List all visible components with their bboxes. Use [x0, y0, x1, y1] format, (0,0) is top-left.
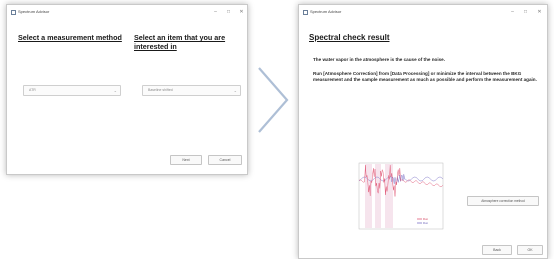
- cancel-button[interactable]: Cancel: [208, 155, 242, 165]
- minimize-icon[interactable]: –: [508, 8, 517, 17]
- item-dropdown-value: Baseline shifted: [148, 88, 173, 92]
- title-bar: Spectrum Advisor – □ ✕: [299, 5, 547, 21]
- plot-frame: [358, 162, 444, 230]
- chevron-right-icon: [258, 67, 289, 133]
- spectral-result-dialog: Spectrum Advisor – □ ✕ Spectral check re…: [298, 4, 548, 259]
- method-heading: Select a measurement method: [18, 33, 122, 42]
- atmosphere-correction-button[interactable]: Atmosphere correction method: [467, 196, 539, 206]
- chevron-down-icon: ⌄: [113, 88, 117, 93]
- method-dropdown[interactable]: ATR ⌄: [23, 85, 121, 96]
- back-button[interactable]: Back: [482, 245, 512, 255]
- minimize-icon[interactable]: –: [211, 8, 220, 17]
- spectrum-plot: Run Run: [355, 157, 447, 235]
- maximize-icon[interactable]: □: [224, 8, 233, 17]
- window-title: Spectrum Advisor: [310, 9, 342, 14]
- legend-label-1: Run: [423, 221, 429, 225]
- advice-text: Run [Atmosphere Correction] from [Data P…: [313, 71, 537, 83]
- app-icon: [303, 10, 308, 15]
- cause-text: The water vapor in the atmosphere is the…: [313, 57, 445, 62]
- method-dropdown-value: ATR: [29, 88, 36, 92]
- result-heading: Spectral check result: [309, 33, 390, 42]
- maximize-icon[interactable]: □: [521, 8, 530, 17]
- next-button[interactable]: Next: [170, 155, 202, 165]
- item-heading: Select an item that you are interested i…: [134, 33, 226, 51]
- noise-region-1: [375, 164, 381, 228]
- close-icon[interactable]: ✕: [237, 8, 246, 17]
- ok-button[interactable]: OK: [517, 245, 543, 255]
- app-icon: [11, 10, 16, 15]
- title-bar: Spectrum Advisor – □ ✕: [7, 5, 247, 21]
- window-title: Spectrum Advisor: [18, 9, 50, 14]
- method-selection-dialog: Spectrum Advisor – □ ✕ Select a measurem…: [6, 4, 248, 175]
- plot-legend: Run Run: [417, 217, 429, 225]
- item-dropdown[interactable]: Baseline shifted ⌄: [142, 85, 241, 96]
- chevron-down-icon: ⌄: [233, 88, 237, 93]
- close-icon[interactable]: ✕: [535, 8, 544, 17]
